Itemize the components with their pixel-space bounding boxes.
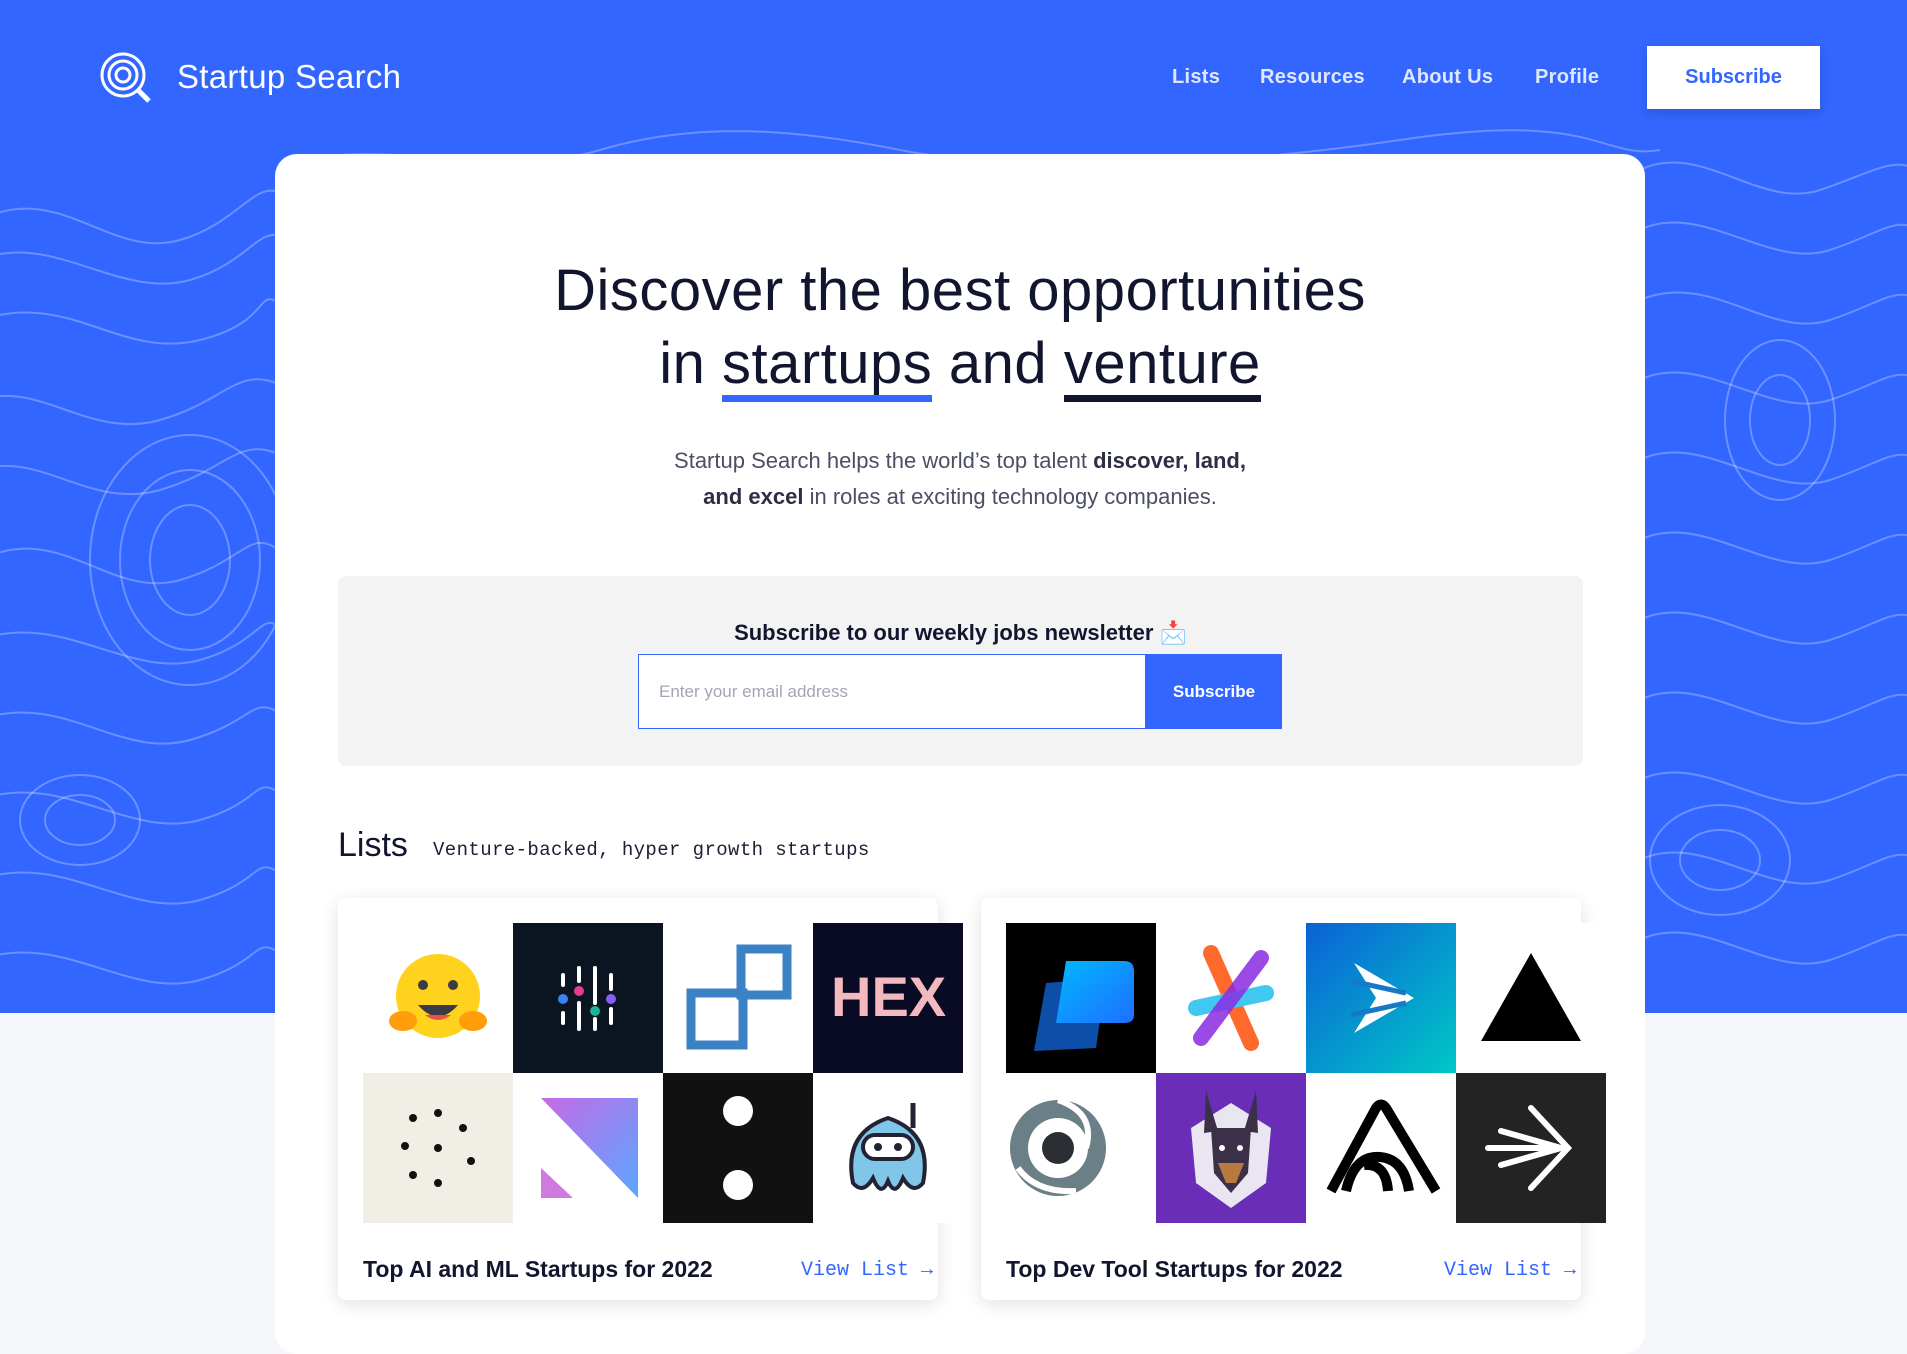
view-list-link[interactable]: View List → <box>801 1259 933 1282</box>
sub-bold-2: and excel <box>703 484 804 509</box>
header-subscribe-button[interactable]: Subscribe <box>1647 46 1820 109</box>
hero-subtitle: Startup Search helps the world’s top tal… <box>275 443 1645 515</box>
newsletter-title: Subscribe to our weekly jobs newsletter … <box>338 620 1583 646</box>
hex-logo-icon: HEX <box>813 923 963 1073</box>
list-card-ai-ml[interactable]: HEX Top AI and ML Startups for 2022 View… <box>338 898 963 1300</box>
headline-line-1: Discover the best opportunities <box>554 258 1366 323</box>
weights-biases-logo-icon <box>513 923 663 1073</box>
dots-logo-icon <box>363 1073 513 1223</box>
nav-about-us[interactable]: About Us <box>1402 66 1493 89</box>
doberman-logo-icon <box>1156 1073 1306 1223</box>
headline-line-2: in startups and venture <box>275 327 1645 402</box>
lists-heading: Lists <box>338 826 408 864</box>
startup-search-logo-icon[interactable] <box>99 51 153 105</box>
sentry-logo-icon <box>1306 1073 1456 1223</box>
colon-logo-icon <box>663 1073 813 1223</box>
page-title: Discover the best opportunities in start… <box>275 254 1645 402</box>
arrow-triangle-logo-icon <box>1306 923 1456 1073</box>
nav-profile[interactable]: Profile <box>1535 66 1599 89</box>
aperture-logo-icon <box>1006 1073 1156 1223</box>
headline-in: in <box>659 331 706 396</box>
blue-shape-logo-icon <box>1006 923 1156 1073</box>
sub-bold-1: discover, land, <box>1093 448 1246 473</box>
headline-startups: startups <box>721 333 933 402</box>
headline-and: and <box>948 331 1048 396</box>
newsletter-subscribe-button[interactable]: Subscribe <box>1146 654 1282 729</box>
email-input[interactable] <box>638 654 1146 729</box>
hugging-face-logo-icon <box>363 923 513 1073</box>
sub-text-2: in roles at exciting technology companie… <box>809 484 1217 509</box>
nav-lists[interactable]: Lists <box>1172 66 1220 89</box>
hyperplane-logo-icon <box>663 923 813 1073</box>
list-title[interactable]: Top AI and ML Startups for 2022 <box>363 1256 713 1283</box>
gradient-logo-icon <box>513 1073 663 1223</box>
list-card-dev-tools[interactable]: Top Dev Tool Startups for 2022 View List… <box>981 898 1606 1300</box>
headline-venture: venture <box>1063 333 1261 402</box>
site-header: Startup Search Lists Resources About Us … <box>0 0 1907 155</box>
main-card: Discover the best opportunities in start… <box>275 154 1645 1354</box>
lists-subtitle: Venture-backed, hyper growth startups <box>433 839 870 861</box>
x-cross-logo-icon <box>1156 923 1306 1073</box>
vercel-triangle-logo-icon <box>1456 923 1606 1073</box>
list-title[interactable]: Top Dev Tool Startups for 2022 <box>1006 1256 1343 1283</box>
arrow-burst-logo-icon <box>1456 1073 1606 1223</box>
mail-icon: 📩 <box>1159 620 1187 645</box>
hex-logo-text: HEX <box>831 965 946 1028</box>
newsletter-box: Subscribe to our weekly jobs newsletter … <box>338 576 1583 766</box>
brand-name[interactable]: Startup Search <box>177 58 401 96</box>
sub-text-1: Startup Search helps the world’s top tal… <box>674 448 1087 473</box>
view-list-link[interactable]: View List → <box>1444 1259 1576 1282</box>
newsletter-title-text: Subscribe to our weekly jobs newsletter <box>734 620 1154 645</box>
nav-resources[interactable]: Resources <box>1260 66 1365 89</box>
octopus-logo-icon <box>813 1073 963 1223</box>
